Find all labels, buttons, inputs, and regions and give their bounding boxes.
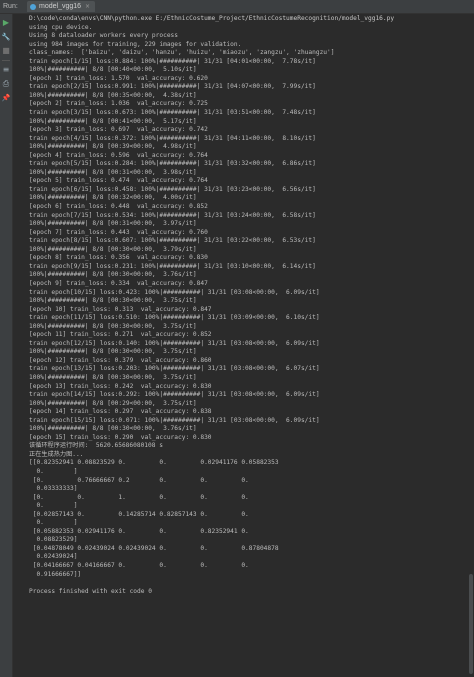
console-line: [epoch 11] train_loss: 0.271 val_accurac… (29, 331, 212, 339)
run-toolbar: ▶ 🔧 ■ ≡ ⎙ 📌 (0, 14, 13, 677)
console-line: 100%|##########| 8/8 [00:31<00:00, 3.98s… (29, 168, 197, 176)
python-icon (30, 3, 36, 10)
console-line: [[0.82352941 0.08823529 0. 0. 0.02941176… (29, 459, 279, 467)
console-line: [epoch 3] train_loss: 0.697 val_accuracy… (29, 126, 208, 134)
console-line: [0.04166667 0.04166667 0. 0. 0. 0. (29, 562, 249, 569)
run-panel-label: Run: (3, 3, 18, 10)
console-line: [epoch 4] train_loss: 0.596 val_accuracy… (29, 151, 208, 159)
console-line: 0.02439024] (29, 553, 78, 561)
scrollbar-thumb[interactable] (469, 574, 473, 674)
console-line: [epoch 14] train_loss: 0.297 val_accurac… (29, 408, 212, 416)
console-line: train epoch[13/15] loss:0.203: 100%|####… (29, 365, 320, 373)
console-line: [epoch 6] train_loss: 0.448 val_accuracy… (29, 203, 208, 211)
console-line: 100%|##########| 8/8 [00:30<00:00, 3.75s… (29, 322, 197, 330)
console-line: 100%|##########| 8/8 [00:30<00:00, 3.76s… (29, 271, 197, 279)
console-line: [epoch 12] train_loss: 0.379 val_accurac… (29, 356, 212, 364)
pin-icon[interactable]: 📌 (1, 93, 11, 103)
console-line: 100%|##########| 8/8 [00:39<00:00, 4.98s… (29, 143, 197, 151)
console-line: train epoch[6/15] loss:0.458: 100%|#####… (29, 185, 316, 193)
console-line: D:\code\conda\envs\CNN\python.exe E:/Eth… (29, 15, 395, 22)
console-line: train epoch[12/15] loss:0.140: 100%|####… (29, 339, 320, 347)
console-line: 该循环程序运行时间: 5620.65686080108 s (29, 442, 163, 450)
toolbar-divider (2, 60, 10, 61)
tab-label: model_vgg16 (39, 3, 82, 10)
console-line: 100%|##########| 8/8 [00:35<00:00, 4.38s… (29, 91, 197, 99)
rerun-icon[interactable]: ▶ (1, 18, 11, 28)
stop-icon[interactable]: ■ (1, 46, 11, 56)
console-line: 100%|##########| 8/8 [00:30<00:00, 3.76s… (29, 425, 197, 433)
console-line: train epoch[14/15] loss:0.292: 100%|####… (29, 391, 320, 399)
console-line: [0. 0.76666667 0.2 0. 0. 0. (29, 476, 249, 484)
console-line: using 984 images for training, 229 image… (29, 40, 242, 48)
console-line: [epoch 2] train_loss: 1.036 val_accuracy… (29, 100, 208, 108)
print-icon[interactable]: ⎙ (1, 79, 11, 89)
console-line: [0.04878049 0.02439024 0.02439024 0. 0. … (29, 544, 279, 552)
console-line: train epoch[11/15] loss:0.510: 100%|####… (29, 314, 320, 322)
console-line: 100%|##########| 8/8 [00:40<00:00, 5.10s… (29, 66, 197, 74)
console-line: train epoch[4/15] loss:0.372: 100%|#####… (29, 134, 316, 142)
console-output[interactable]: D:\code\conda\envs\CNN\python.exe E:/Eth… (16, 14, 471, 674)
console-line: train epoch[15/15] loss:0.071: 100%|####… (29, 416, 320, 424)
wrench-icon[interactable]: 🔧 (1, 32, 11, 42)
console-line: 100%|##########| 8/8 [00:41<00:00, 5.17s… (29, 117, 197, 125)
console-line: 100%|##########| 8/8 [00:30<00:00, 3.79s… (29, 245, 197, 253)
console-line: 0. ] (29, 467, 78, 475)
console-line: 正在生成热力图... (29, 450, 84, 458)
console-line: 0.91666667]] (29, 570, 82, 578)
console-line: [0.05882353 0.02941176 0. 0. 0.82352941 … (29, 527, 249, 535)
console-line: 100%|##########| 8/8 [00:30<00:00, 3.75s… (29, 297, 197, 305)
soft-wrap-icon[interactable]: ≡ (1, 65, 11, 75)
console-line: train epoch[2/15] loss:0.991: 100%|#####… (29, 83, 316, 91)
console-line: train epoch[5/15] loss:0.284: 100%|#####… (29, 160, 316, 168)
console-scrollbar[interactable] (469, 14, 473, 674)
console-line: train epoch[1/15] loss:0.884: 100%|#####… (29, 57, 316, 65)
console-line: [epoch 8] train_loss: 0.356 val_accuracy… (29, 254, 208, 262)
console-line: train epoch[10/15] loss:0.423: 100%|####… (29, 288, 320, 296)
console-line: 100%|##########| 8/8 [00:31<00:00, 3.97s… (29, 220, 197, 228)
close-icon[interactable]: × (85, 3, 90, 10)
console-line: 0. ] (29, 502, 78, 510)
tab-model-vgg16[interactable]: model_vgg16 × (27, 1, 96, 12)
console-line: 0. ] (29, 519, 78, 527)
console-line: 100%|##########| 8/8 [00:30<00:00, 3.75s… (29, 373, 197, 381)
console-line: [epoch 10] train_loss: 0.313 val_accurac… (29, 305, 212, 313)
console-line: 100%|##########| 8/8 [00:30<00:00, 3.75s… (29, 348, 197, 356)
console-line: using cpu device. (29, 23, 93, 31)
console-line: [0.02857143 0. 0.14285714 0.82857143 0. … (29, 510, 249, 518)
console-line: [epoch 9] train_loss: 0.334 val_accuracy… (29, 279, 208, 287)
console-line: train epoch[8/15] loss:0.607: 100%|#####… (29, 237, 316, 245)
console-line: Using 8 dataloader workers every process (29, 32, 179, 40)
console-line: train epoch[7/15] loss:0.534: 100%|#####… (29, 211, 316, 219)
console-line: 0.03333333] (29, 485, 78, 493)
console-line: [epoch 7] train_loss: 0.443 val_accuracy… (29, 228, 208, 236)
console-line: class_names: ['baizu', 'daizu', 'hanzu',… (29, 49, 335, 57)
console-line: [0. 0. 1. 0. 0. 0. (29, 493, 249, 501)
console-line: Process finished with exit code 0 (29, 587, 152, 595)
console-line: [epoch 13] train_loss: 0.242 val_accurac… (29, 382, 212, 390)
console-line: 100%|##########| 8/8 [00:32<00:00, 4.00s… (29, 194, 197, 202)
console-line: 0.08823529] (29, 536, 78, 544)
console-line: 100%|##########| 8/8 [00:29<00:00, 3.75s… (29, 399, 197, 407)
console-line: [epoch 1] train_loss: 1.570 val_accuracy… (29, 74, 208, 82)
run-panel-header: Run: model_vgg16 × (0, 0, 474, 14)
console-line: [epoch 5] train_loss: 0.474 val_accuracy… (29, 177, 208, 185)
console-line: train epoch[3/15] loss:0.673: 100%|#####… (29, 109, 316, 117)
console-line: train epoch[9/15] loss:0.231: 100%|#####… (29, 262, 316, 270)
